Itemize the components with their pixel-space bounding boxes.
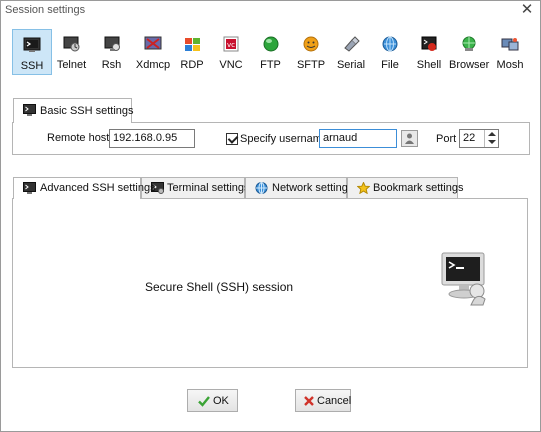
protocol-label: Shell bbox=[416, 59, 442, 71]
protocol-label: SSH bbox=[20, 60, 44, 72]
session-description: Secure Shell (SSH) session bbox=[145, 280, 294, 294]
tab-label: Network settings bbox=[272, 182, 354, 194]
xdmcp-icon bbox=[144, 36, 162, 50]
basic-settings-panel: Remote host * 192.168.0.95 Specify usern… bbox=[12, 122, 530, 155]
cancel-label: Cancel bbox=[317, 395, 352, 407]
close-icon[interactable]: ✕ bbox=[520, 2, 534, 18]
tab-bookmark-settings[interactable]: Bookmark settings bbox=[347, 177, 463, 199]
protocol-ssh-button[interactable]: SSH bbox=[12, 29, 52, 75]
protocol-label: VNC bbox=[219, 59, 243, 71]
vnc-icon: vc bbox=[223, 36, 239, 52]
protocol-label: Xdmcp bbox=[135, 59, 171, 71]
protocol-mosh-button[interactable]: Mosh bbox=[493, 29, 527, 75]
tab-label: Basic SSH settings bbox=[40, 105, 134, 117]
ssh-icon bbox=[23, 37, 41, 52]
spin-up-icon[interactable] bbox=[488, 132, 496, 136]
globe-icon bbox=[255, 182, 268, 194]
protocol-rsh-button[interactable]: Rsh bbox=[95, 29, 128, 75]
tab-label: Advanced SSH settings bbox=[40, 182, 156, 194]
protocol-serial-button[interactable]: Serial bbox=[333, 29, 369, 75]
protocol-label: Mosh bbox=[496, 59, 524, 71]
check-icon bbox=[198, 396, 210, 407]
remote-host-label: Remote host * bbox=[47, 132, 117, 144]
port-input[interactable]: 22 bbox=[459, 129, 499, 148]
remote-host-input[interactable]: 192.168.0.95 bbox=[109, 129, 195, 148]
protocol-label: File bbox=[381, 59, 399, 71]
cancel-x-icon bbox=[304, 396, 314, 406]
ok-label: OK bbox=[213, 395, 229, 407]
specify-username-checkbox[interactable] bbox=[226, 133, 238, 145]
protocol-rdp-button[interactable]: RDP bbox=[177, 29, 207, 75]
protocol-label: Telnet bbox=[56, 59, 87, 71]
tab-network-settings[interactable]: Network settings bbox=[245, 177, 353, 199]
session-settings-window: Session settings ✕ SSH Telnet Rsh Xdmcp … bbox=[0, 0, 541, 432]
tab-label: Terminal settings bbox=[167, 182, 250, 194]
username-input[interactable]: arnaud bbox=[319, 129, 397, 148]
protocol-browser-button[interactable]: Browser bbox=[449, 29, 489, 75]
protocol-label: FTP bbox=[260, 59, 281, 71]
protocol-label: RDP bbox=[180, 59, 204, 71]
protocol-xdmcp-button[interactable]: Xdmcp bbox=[133, 29, 173, 75]
svg-text:vc: vc bbox=[227, 41, 235, 49]
title-bar: Session settings ✕ bbox=[1, 1, 540, 21]
rdp-icon bbox=[185, 38, 200, 51]
serial-icon bbox=[344, 36, 360, 52]
terminal-icon bbox=[23, 182, 36, 194]
protocol-label: SFTP bbox=[296, 59, 326, 71]
port-value: 22 bbox=[463, 132, 476, 144]
specify-username-label: Specify username bbox=[240, 133, 329, 145]
user-picker-button[interactable] bbox=[401, 130, 418, 147]
cancel-button[interactable]: Cancel bbox=[295, 389, 351, 412]
sftp-icon bbox=[303, 36, 319, 52]
protocol-label: Serial bbox=[336, 59, 366, 71]
protocol-ftp-button[interactable]: FTP bbox=[256, 29, 285, 75]
shell-icon bbox=[421, 36, 437, 51]
protocol-telnet-button[interactable]: Telnet bbox=[55, 29, 88, 75]
tab-basic-ssh-settings[interactable]: Basic SSH settings bbox=[13, 98, 134, 123]
protocol-label: Browser bbox=[449, 59, 490, 71]
terminal-icon bbox=[23, 104, 36, 116]
mosh-icon bbox=[501, 38, 519, 51]
tab-advanced-ssh-settings[interactable]: Advanced SSH settings bbox=[13, 177, 156, 199]
protocol-vnc-button[interactable]: vc VNC bbox=[216, 29, 246, 75]
ssh-session-icon bbox=[441, 252, 486, 306]
protocol-toolbar: SSH Telnet Rsh Xdmcp RDP vc VNC FTP SFTP… bbox=[11, 29, 531, 77]
tab-terminal-settings[interactable]: Terminal settings bbox=[141, 177, 250, 199]
user-picker-icon bbox=[405, 133, 414, 144]
ok-button[interactable]: OK bbox=[187, 389, 238, 412]
protocol-label: Rsh bbox=[101, 59, 122, 71]
tab-label: Bookmark settings bbox=[373, 182, 464, 194]
protocol-file-button[interactable]: File bbox=[375, 29, 405, 75]
port-spinner[interactable] bbox=[484, 130, 498, 147]
star-icon bbox=[357, 182, 370, 194]
window-title: Session settings bbox=[5, 4, 86, 16]
spin-down-icon[interactable] bbox=[488, 140, 496, 144]
port-label: Port bbox=[436, 133, 457, 145]
file-icon bbox=[382, 36, 398, 52]
ftp-icon bbox=[263, 36, 278, 52]
telnet-icon bbox=[63, 36, 79, 52]
rsh-icon bbox=[104, 36, 120, 51]
protocol-sftp-button[interactable]: SFTP bbox=[293, 29, 329, 75]
protocol-shell-button[interactable]: Shell bbox=[414, 29, 444, 75]
browser-icon bbox=[462, 36, 476, 51]
